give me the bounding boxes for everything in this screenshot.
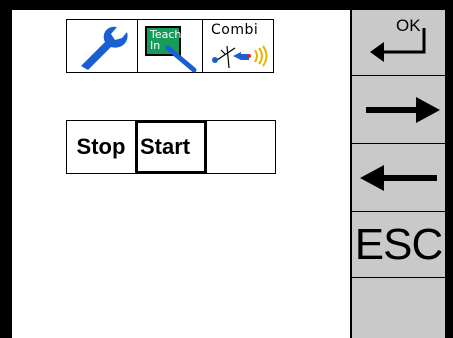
right-arrow-icon — [366, 97, 440, 123]
wrench-icon — [81, 26, 128, 70]
stop-option[interactable]: Stop — [66, 120, 135, 174]
ok-button[interactable]: OK — [352, 10, 445, 76]
back-button[interactable] — [352, 144, 445, 212]
run-mode-selector: Stop Start — [66, 120, 276, 174]
escape-button[interactable]: ESC — [352, 212, 445, 278]
empty-softkey — [352, 278, 445, 338]
empty-option — [207, 120, 276, 174]
settings-button[interactable] — [66, 19, 138, 73]
combi-icon — [212, 45, 268, 69]
left-arrow-icon — [360, 165, 437, 191]
softkey-panel: OK ESC — [350, 10, 445, 338]
function-icon-bar: Teach In Combi — [66, 19, 274, 73]
escape-label: ESC — [354, 220, 443, 269]
teach-pointer-icon — [165, 45, 197, 73]
enter-arrow-icon — [370, 28, 426, 62]
teach-in-button[interactable]: Teach In — [137, 19, 203, 73]
combi-button[interactable]: Combi — [202, 19, 274, 73]
start-option[interactable]: Start — [135, 120, 207, 174]
next-button[interactable] — [352, 76, 445, 144]
